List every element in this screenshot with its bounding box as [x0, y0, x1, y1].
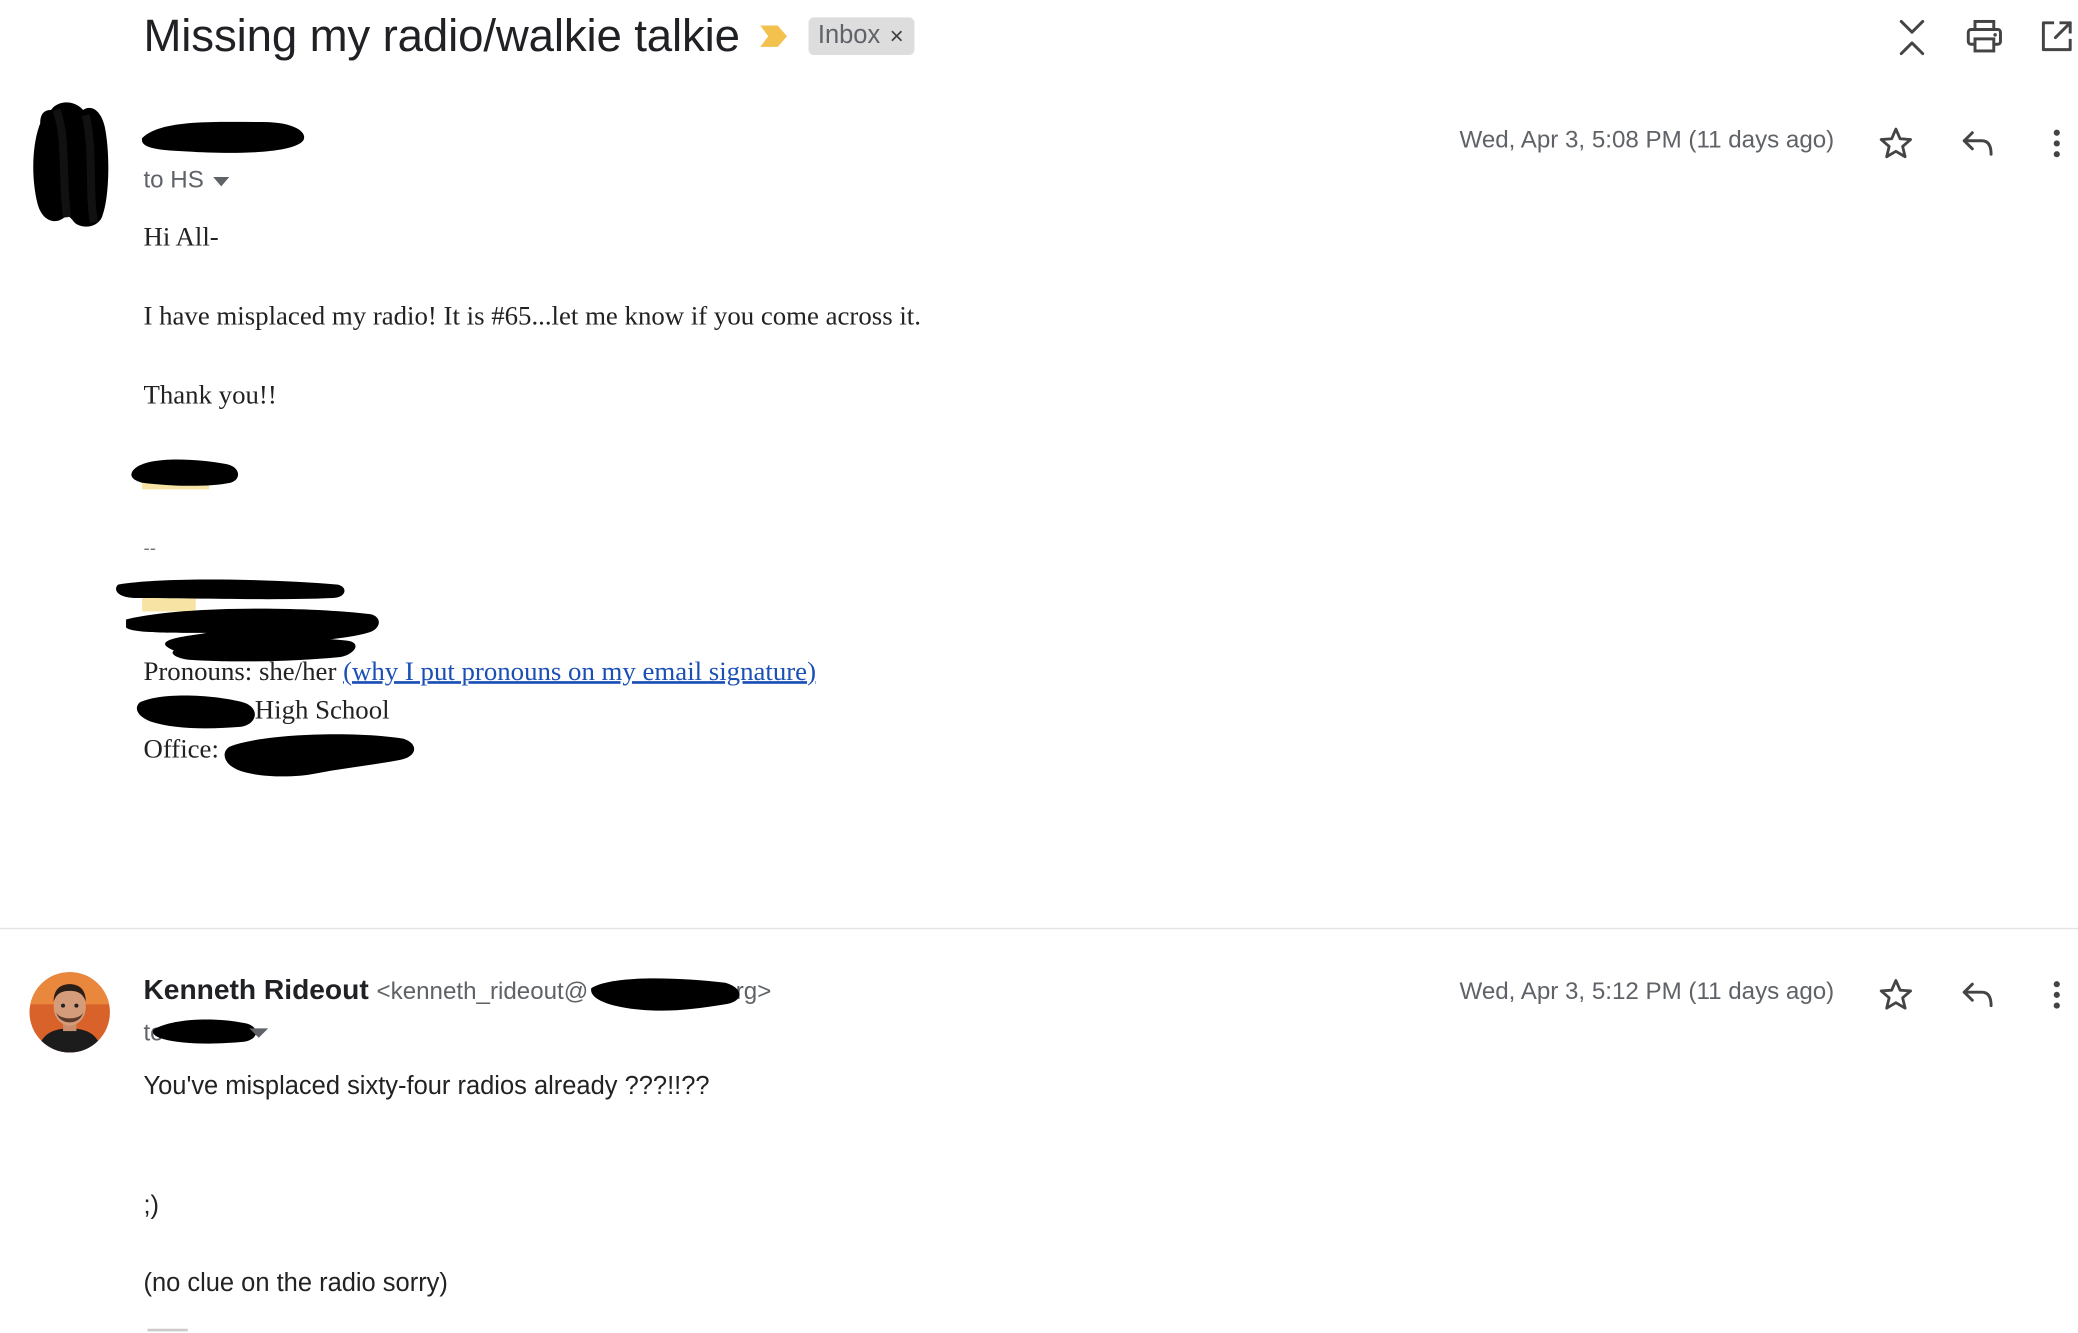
signature-school: High School: [254, 695, 390, 726]
thread-subject: Missing my radio/walkie talkie: [143, 10, 740, 62]
remove-label-icon[interactable]: ×: [890, 24, 904, 48]
sender-avatar[interactable]: [29, 972, 110, 1053]
star-icon[interactable]: [1873, 972, 1919, 1018]
label-chip-text: Inbox: [817, 21, 881, 50]
more-options-icon[interactable]: [2034, 121, 2078, 167]
sender-email-redacted: [591, 978, 740, 1011]
pronouns-text: Pronouns: she/her: [143, 656, 337, 687]
recipients-text: to HS: [143, 166, 204, 194]
signature-separator: --: [143, 536, 156, 558]
body-line: ;): [143, 1191, 160, 1221]
body-greeting: Hi All-: [143, 222, 219, 253]
signature-name-redacted: [131, 459, 239, 490]
message-divider: [0, 927, 2078, 930]
recipients-dropdown-icon[interactable]: [212, 174, 231, 187]
sender-email-start: <kenneth_rideout@: [376, 977, 589, 1005]
signature-office-label: Office:: [143, 734, 219, 765]
open-in-new-window-icon[interactable]: [2034, 13, 2078, 59]
important-marker-icon[interactable]: [759, 24, 788, 48]
more-options-icon[interactable]: [2034, 972, 2078, 1018]
recipients-redacted: [152, 1019, 269, 1044]
collapse-all-icon[interactable]: [1889, 15, 1935, 61]
label-chip-inbox: Inbox ×: [808, 17, 915, 55]
message-date: Wed, Apr 3, 5:12 PM (11 days ago): [1459, 977, 1835, 1005]
sender-name-redacted: [141, 121, 305, 153]
message-date: Wed, Apr 3, 5:08 PM (11 days ago): [1459, 126, 1835, 153]
body-line: (no clue on the radio sorry): [143, 1269, 448, 1298]
reply-icon[interactable]: [1955, 972, 2001, 1018]
body-line: I have misplaced my radio! It is #65...l…: [143, 301, 921, 332]
office-phone-redacted: [224, 734, 415, 777]
signature-pronouns: Pronouns: she/her (why I put pronouns on…: [143, 653, 816, 692]
body-closing: Thank you!!: [143, 380, 277, 411]
signature-title-redacted: [116, 579, 379, 662]
star-icon[interactable]: [1873, 121, 1919, 167]
reply-icon[interactable]: [1955, 121, 2001, 167]
pronouns-info-link[interactable]: (why I put pronouns on my email signatur…: [343, 657, 816, 686]
school-name-redacted: [136, 695, 255, 729]
body-line: You've misplaced sixty-four radios alrea…: [143, 1072, 710, 1101]
print-icon[interactable]: [1962, 13, 2008, 59]
quoted-text-toggle-hint: [147, 1328, 188, 1332]
recipients-line[interactable]: to HS: [143, 166, 230, 194]
sender-name[interactable]: Kenneth Rideout: [143, 975, 368, 1006]
sender-avatar-redacted: [33, 102, 109, 227]
